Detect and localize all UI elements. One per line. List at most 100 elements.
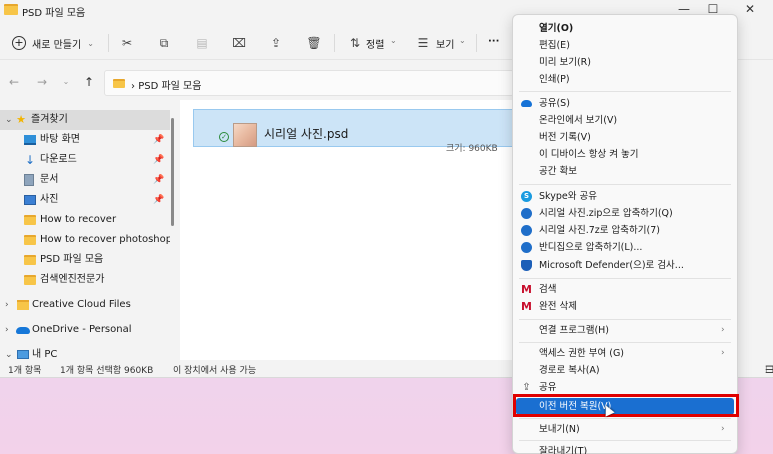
tiles-view-icon[interactable]: ☐ bbox=[765, 365, 773, 376]
menu-item-skype-share[interactable]: S Skype와 공유 bbox=[513, 188, 737, 205]
onedrive-icon bbox=[521, 100, 532, 107]
pin-icon: 📌 bbox=[153, 175, 165, 185]
recent-locations-chevron-icon[interactable]: ⌄ bbox=[58, 77, 74, 86]
chevron-right-icon: › bbox=[5, 325, 9, 335]
nav-scrollbar[interactable] bbox=[171, 118, 174, 226]
share-icon[interactable]: ⇪ bbox=[267, 34, 285, 52]
nav-item-psd-files[interactable]: PSD 파일 모음 bbox=[0, 250, 170, 270]
chevron-down-icon: ⌄ bbox=[87, 38, 94, 48]
menu-item-label: 공간 확보 bbox=[539, 166, 577, 177]
pc-icon bbox=[17, 350, 29, 359]
menu-item-label: 연결 프로그램(H) bbox=[539, 325, 610, 336]
window-title: PSD 파일 모음 bbox=[22, 8, 86, 19]
defender-shield-icon bbox=[521, 260, 532, 271]
menu-item-defender-scan[interactable]: Microsoft Defender(으)로 검사... bbox=[513, 257, 737, 274]
nav-item-pictures[interactable]: 사진 📌 bbox=[0, 190, 170, 210]
menu-item-copy-as-path[interactable]: 경로로 복사(A) bbox=[513, 362, 737, 379]
more-options-button[interactable]: ··· bbox=[488, 36, 499, 47]
forward-arrow-icon[interactable]: → bbox=[34, 75, 50, 89]
onedrive-icon bbox=[16, 327, 30, 334]
menu-item-free-up-space[interactable]: 공간 확보 bbox=[513, 163, 737, 180]
sort-icon: ⇅ bbox=[349, 36, 361, 50]
annotation-highlight-box bbox=[513, 394, 739, 417]
menu-item-label: 편집(E) bbox=[539, 40, 570, 51]
menu-item-label: Skype와 공유 bbox=[539, 191, 597, 202]
nav-item-this-pc[interactable]: ⌄ 내 PC bbox=[0, 345, 170, 361]
file-size: 크기: 960KB bbox=[446, 144, 498, 154]
creative-cloud-icon bbox=[17, 300, 29, 310]
toolbar-divider bbox=[476, 34, 477, 52]
nav-item-quick-access[interactable]: ⌄ ★ 즐겨찾기 bbox=[0, 110, 170, 130]
nav-item-how-to-recover[interactable]: How to recover bbox=[0, 210, 170, 230]
pin-icon: 📌 bbox=[153, 195, 165, 205]
mcafee-icon: M bbox=[521, 300, 532, 313]
menu-item-open[interactable]: 열기(O) bbox=[513, 20, 737, 37]
menu-item-zip-compress[interactable]: 시리얼 사진.zip으로 압축하기(Q) bbox=[513, 205, 737, 222]
nav-item-label: 바탕 화면 bbox=[40, 134, 80, 145]
cut-icon[interactable]: ✂ bbox=[118, 34, 136, 52]
breadcrumb-current-folder[interactable]: PSD 파일 모음 bbox=[138, 81, 201, 92]
menu-item-bandizip-compress[interactable]: 반디집으로 압축하기(L)... bbox=[513, 239, 737, 256]
menu-item-edit[interactable]: 편집(E) bbox=[513, 37, 737, 54]
nav-item-search-expert[interactable]: 검색엔진전문가 bbox=[0, 270, 170, 290]
check-icon[interactable]: ✓ bbox=[219, 132, 229, 142]
folder-icon bbox=[24, 275, 36, 285]
up-arrow-icon[interactable]: ↑ bbox=[81, 75, 97, 89]
close-button[interactable]: ✕ bbox=[734, 0, 766, 20]
nav-item-onedrive[interactable]: › OneDrive - Personal bbox=[0, 320, 170, 340]
menu-separator bbox=[519, 319, 731, 320]
copy-icon[interactable]: ⧉ bbox=[155, 34, 173, 52]
menu-separator bbox=[519, 342, 731, 343]
menu-item-7z-compress[interactable]: 시리얼 사진.7z로 압축하기(7) bbox=[513, 222, 737, 239]
menu-item-label: 잘라내기(T) bbox=[539, 446, 588, 454]
sort-button[interactable]: 정렬 bbox=[366, 36, 384, 51]
new-button[interactable]: + 새로 만들기 ⌄ bbox=[12, 34, 94, 52]
menu-item-give-access[interactable]: 액세스 권한 부여 (G) › bbox=[513, 345, 737, 362]
download-icon: ↓ bbox=[24, 153, 36, 167]
chevron-down-icon: ⌄ bbox=[5, 350, 13, 360]
nav-item-label: How to recover bbox=[40, 214, 117, 225]
chevron-down-icon: ⌄ bbox=[5, 115, 13, 125]
chevron-right-icon: › bbox=[721, 348, 725, 358]
chevron-right-icon: › bbox=[721, 325, 725, 335]
toolbar-divider bbox=[334, 34, 335, 52]
bandizip-icon bbox=[521, 208, 532, 219]
bandizip-icon bbox=[521, 242, 532, 253]
menu-separator bbox=[519, 91, 731, 92]
chevron-right-icon: › bbox=[721, 424, 725, 434]
menu-item-send-to[interactable]: 보내기(N) › bbox=[513, 421, 737, 438]
file-thumbnail bbox=[233, 123, 257, 147]
nav-item-downloads[interactable]: ↓ 다운로드 📌 bbox=[0, 150, 170, 170]
nav-item-documents[interactable]: 문서 📌 bbox=[0, 170, 170, 190]
back-arrow-icon[interactable]: ← bbox=[6, 75, 22, 89]
new-button-label: 새로 만들기 bbox=[32, 39, 82, 51]
menu-item-preview[interactable]: 미리 보기(R) bbox=[513, 54, 737, 71]
menu-item-print[interactable]: 인쇄(P) bbox=[513, 71, 737, 88]
menu-item-label: 완전 삭제 bbox=[539, 301, 577, 312]
menu-item-label: 보내기(N) bbox=[539, 424, 580, 435]
menu-item-open-with[interactable]: 연결 프로그램(H) › bbox=[513, 322, 737, 339]
menu-item-version-history[interactable]: 버전 기록(V) bbox=[513, 129, 737, 146]
menu-item-cut[interactable]: 잘라내기(T) bbox=[513, 443, 737, 454]
view-button[interactable]: 보기 bbox=[436, 36, 454, 51]
menu-item-mcafee-shred[interactable]: M 완전 삭제 bbox=[513, 298, 737, 315]
menu-item-mcafee-scan[interactable]: M 검색 bbox=[513, 281, 737, 298]
bandizip-icon bbox=[521, 225, 532, 236]
breadcrumb[interactable]: › PSD 파일 모음 bbox=[131, 77, 201, 92]
rename-icon[interactable]: ⌧ bbox=[230, 34, 248, 52]
menu-item-always-keep[interactable]: 이 디바이스 항상 켜 놓기 bbox=[513, 146, 737, 163]
nav-item-label: How to recover photoshop_AI bbox=[40, 234, 170, 245]
menu-item-view-online[interactable]: 온라인에서 보기(V) bbox=[513, 112, 737, 129]
breadcrumb-separator: › bbox=[131, 81, 135, 92]
file-item[interactable]: ✓ 시리얼 사진.psd 크기: 960KB bbox=[193, 109, 515, 154]
menu-item-onedrive-share[interactable]: 공유(S) bbox=[513, 95, 737, 112]
nav-item-desktop[interactable]: 바탕 화면 📌 bbox=[0, 130, 170, 150]
context-menu: 열기(O) 편집(E) 미리 보기(R) 인쇄(P) 공유(S) 온라인에서 보… bbox=[512, 14, 738, 454]
address-bar[interactable]: › PSD 파일 모음 bbox=[104, 70, 514, 96]
nav-item-creative-cloud[interactable]: › Creative Cloud Files bbox=[0, 295, 170, 315]
nav-item-how-to-recover-photoshop[interactable]: How to recover photoshop_AI bbox=[0, 230, 170, 250]
menu-item-label: 버전 기록(V) bbox=[539, 132, 591, 143]
delete-icon[interactable]: 🗑 bbox=[305, 34, 323, 52]
chevron-right-icon: › bbox=[5, 300, 9, 310]
paste-icon[interactable]: ▤ bbox=[193, 34, 211, 52]
